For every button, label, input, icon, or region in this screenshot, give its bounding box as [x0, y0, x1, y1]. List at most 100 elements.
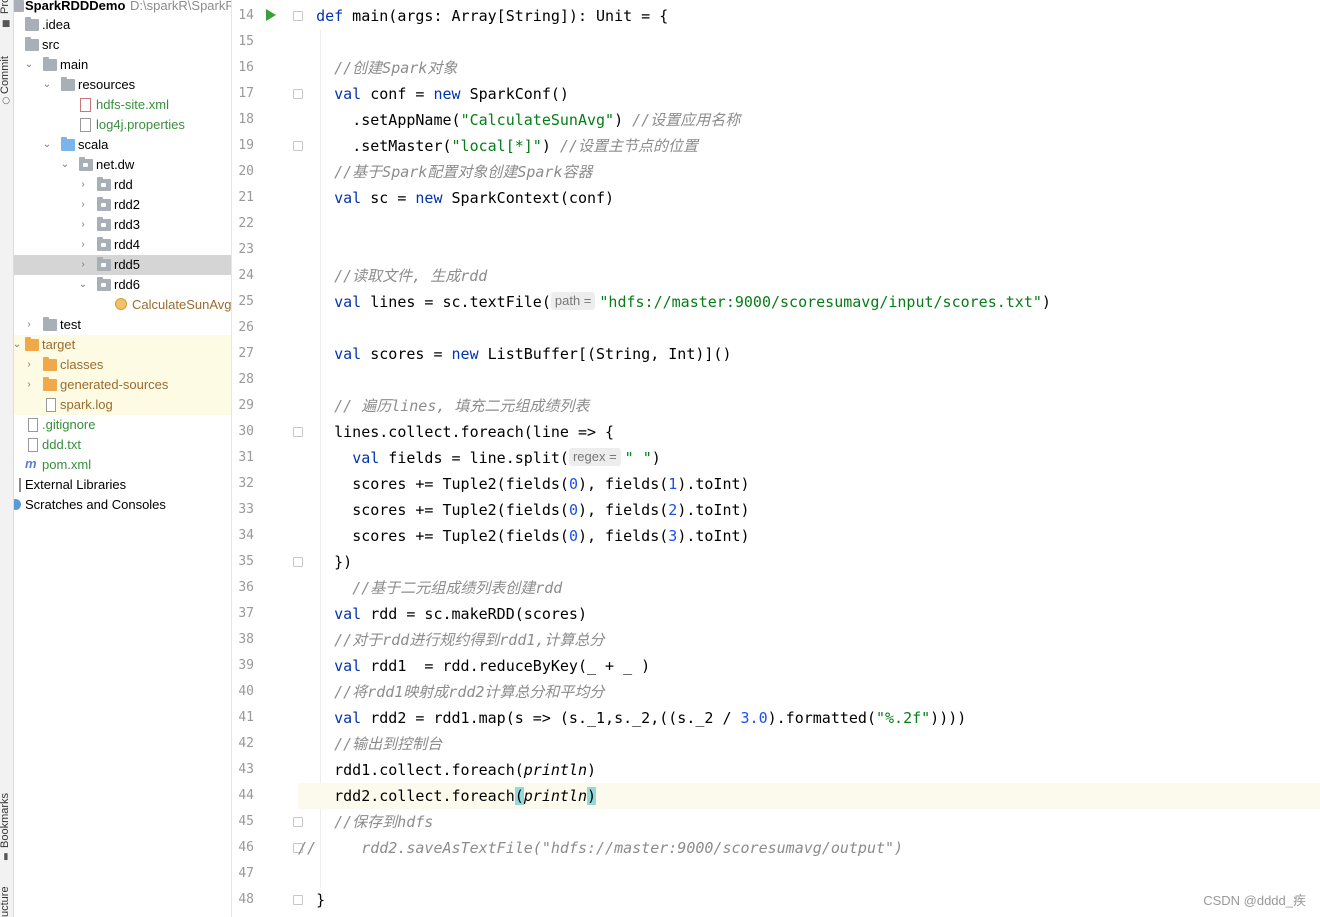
tree-item-spark-log[interactable]: spark.log [14, 395, 231, 415]
bookmark-icon: ▮ [3, 852, 9, 862]
tree-item-calculatesunavg[interactable]: CalculateSunAvg [14, 295, 231, 315]
tree-item-generated-sources[interactable]: › generated-sources [14, 375, 231, 395]
run-icon[interactable] [266, 9, 276, 21]
code-line-36: //基于二元组成绩列表创建rdd [352, 579, 563, 597]
package-icon [97, 177, 111, 191]
scala-object-icon [115, 298, 127, 310]
excluded-folder-icon [43, 357, 57, 371]
code-line-17: val conf = new SparkConf() [334, 85, 569, 103]
tree-item-label: rdd5 [114, 257, 141, 272]
project-tree: SparkRDDDemo D:\sparkR\SparkR .idea src … [14, 0, 232, 917]
tree-item-label: .gitignore [42, 417, 96, 432]
xml-file-icon [80, 98, 91, 112]
project-tab[interactable]: Pro [0, 0, 11, 14]
code-line-38: //对于rdd进行规约得到rdd1,计算总分 [334, 631, 605, 649]
tree-item-src[interactable]: src [14, 35, 231, 55]
chevron-down-icon[interactable]: ⌄ [77, 275, 89, 295]
scratches-icon [14, 499, 21, 510]
code-line-16: //创建Spark对象 [334, 59, 458, 77]
tree-item-log4j[interactable]: log4j.properties [14, 115, 231, 135]
line-number: 15 [238, 34, 254, 49]
tree-item-pom-xml[interactable]: m pom.xml [14, 455, 231, 475]
folder-icon [25, 37, 39, 51]
code-line-25: val lines = sc.textFile(path = "hdfs://ma… [334, 292, 1051, 311]
chevron-down-icon[interactable]: ⌄ [41, 135, 53, 155]
tree-item-main[interactable]: ⌄ main [14, 55, 231, 75]
line-number: 32 [238, 476, 254, 491]
chevron-right-icon[interactable]: › [77, 195, 89, 215]
code-line-18: .setAppName("CalculateSunAvg") //设置应用名称 [352, 111, 741, 129]
tree-item-label: Scratches and Consoles [25, 497, 166, 512]
tree-item-resources[interactable]: ⌄ resources [14, 75, 231, 95]
tree-item-label: test [60, 317, 81, 332]
tree-item-classes[interactable]: › classes [14, 355, 231, 375]
code-line-34: scores += Tuple2(fields(0), fields(3).to… [352, 527, 750, 545]
tree-item-label: rdd3 [114, 217, 141, 232]
chevron-down-icon[interactable]: ⌄ [59, 155, 71, 175]
excluded-folder-icon [25, 337, 39, 351]
code-line-14: def main(args: Array[String]): Unit = { [316, 7, 669, 25]
chevron-right-icon[interactable]: › [77, 235, 89, 255]
package-icon [97, 237, 111, 251]
tree-item-scratches[interactable]: Scratches and Consoles [14, 495, 231, 515]
tree-item-rdd5[interactable]: › rdd5 [14, 255, 231, 275]
tree-item-hdfs-site[interactable]: hdfs-site.xml [14, 95, 231, 115]
tool-window-strip: Pro ■ Commit ○ Bookmarks ▮ ucture [0, 0, 14, 917]
commit-tab[interactable]: Commit [0, 56, 11, 94]
code-editor[interactable]: def main(args: Array[String]): Unit = { … [298, 0, 1320, 917]
tree-item-label: log4j.properties [96, 117, 185, 132]
line-number: 37 [238, 606, 254, 621]
chevron-right-icon[interactable]: › [23, 375, 35, 395]
code-line-39: val rdd1 = rdd.reduceByKey(_ + _ ) [334, 657, 651, 675]
code-line-42: //输出到控制台 [334, 735, 443, 753]
tree-item-idea[interactable]: .idea [14, 15, 231, 35]
tree-item-rdd2[interactable]: › rdd2 [14, 195, 231, 215]
bookmarks-tab[interactable]: Bookmarks [0, 793, 11, 848]
tree-item-label: classes [60, 357, 104, 372]
tree-item-scala[interactable]: ⌄ scala [14, 135, 231, 155]
tree-item-label: net.dw [96, 157, 135, 172]
tree-item-ddd-txt[interactable]: ddd.txt [14, 435, 231, 455]
properties-file-icon [80, 118, 91, 132]
chevron-right-icon[interactable]: › [23, 315, 35, 335]
folder-icon [14, 0, 24, 12]
line-number: 29 [238, 398, 254, 413]
source-folder-icon [61, 137, 75, 151]
tree-item-rdd4[interactable]: › rdd4 [14, 235, 231, 255]
structure-tab[interactable]: ucture [0, 886, 11, 917]
line-number: 41 [238, 710, 254, 725]
tree-item-rdd3[interactable]: › rdd3 [14, 215, 231, 235]
code-line-20: //基于Spark配置对象创建Spark容器 [334, 163, 593, 181]
chevron-right-icon[interactable]: › [77, 215, 89, 235]
tree-item-label: rdd2 [114, 197, 141, 212]
line-number: 35 [238, 554, 254, 569]
line-number: 42 [238, 736, 254, 751]
tree-item-gitignore[interactable]: .gitignore [14, 415, 231, 435]
chevron-down-icon[interactable]: ⌄ [23, 55, 35, 75]
package-icon [97, 197, 111, 211]
code-line-46: // rdd2.saveAsTextFile("hdfs://master:90… [298, 839, 904, 857]
chevron-right-icon[interactable]: › [77, 255, 89, 275]
tree-item-project-root[interactable]: SparkRDDDemo D:\sparkR\SparkR [14, 0, 231, 16]
tree-item-label: src [42, 37, 60, 52]
editor-gutter: 14 15 16 17 18 19 20 21 22 23 24 25 26 2… [232, 0, 303, 917]
tree-item-target[interactable]: ⌄ target [14, 335, 231, 355]
tree-item-rdd[interactable]: › rdd [14, 175, 231, 195]
tree-item-rdd6[interactable]: ⌄ rdd6 [14, 275, 231, 295]
line-number: 43 [238, 762, 254, 777]
line-number: 47 [238, 866, 254, 881]
chevron-down-icon[interactable]: ⌄ [14, 335, 23, 355]
parameter-hint-regex: regex = [568, 448, 621, 466]
line-number: 31 [238, 450, 254, 465]
tree-item-test[interactable]: › test [14, 315, 231, 335]
chevron-right-icon[interactable]: › [23, 355, 35, 375]
tree-item-net-dw[interactable]: ⌄ net.dw [14, 155, 231, 175]
code-line-48: } [316, 891, 326, 909]
chevron-right-icon[interactable]: › [77, 175, 89, 195]
tree-item-label: resources [78, 77, 136, 92]
chevron-down-icon[interactable]: ⌄ [41, 75, 53, 95]
gitignore-file-icon [28, 418, 38, 432]
tree-item-label: ddd.txt [42, 437, 82, 452]
commit-icon: ○ [2, 96, 10, 106]
tree-item-external-libraries[interactable]: External Libraries [14, 475, 231, 495]
